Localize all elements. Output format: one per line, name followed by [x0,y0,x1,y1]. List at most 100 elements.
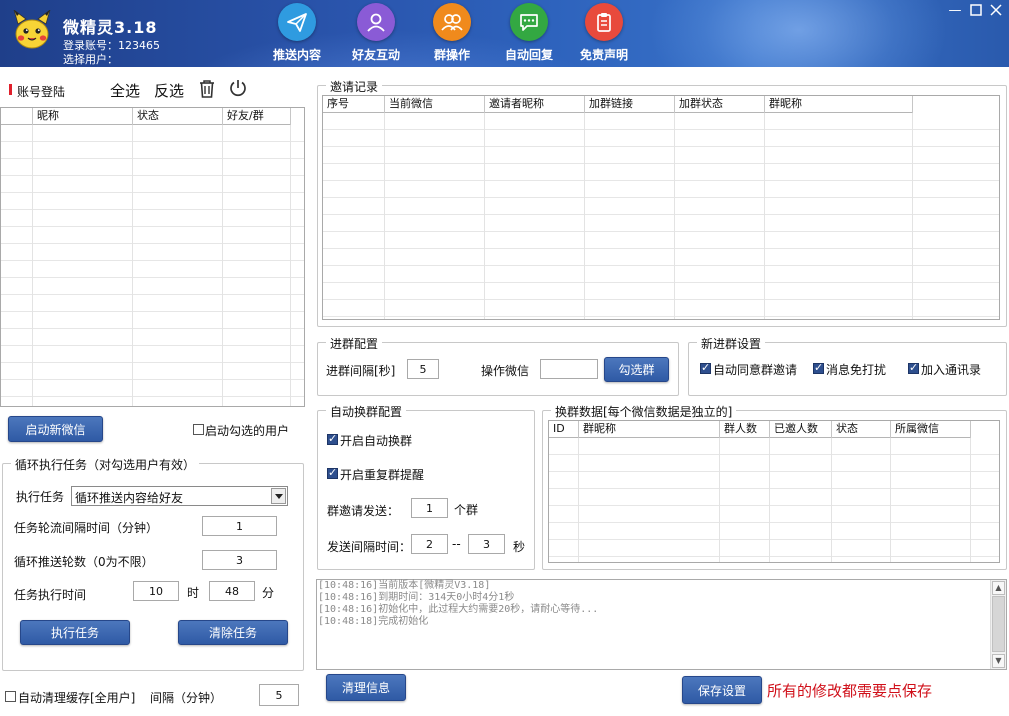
enable-remind-checkbox[interactable] [327,466,338,479]
nav-friend-interaction[interactable]: 好友互动 [341,3,411,63]
join-interval-input[interactable]: 5 [407,359,439,379]
send-gap-separator: -- [452,537,461,551]
scroll-thumb[interactable] [992,596,1005,652]
enable-switch-label: 开启自动换群 [340,434,413,448]
invite-send-label: 群邀请发送： [327,504,400,518]
nav-disclaimer[interactable]: 免责声明 [569,3,639,63]
add-contacts-label: 加入通讯录 [921,363,982,377]
rounds-label: 循环推送轮数（0为不限） [14,555,154,569]
select-all-link[interactable]: 全选 [110,80,140,101]
interval-minutes-label: 间隔（分钟） [150,691,223,705]
group-title: 自动换群配置 [326,403,407,420]
operate-wechat-input[interactable] [540,359,598,379]
login-marker [9,84,12,95]
start-new-wechat-button[interactable]: 启动新微信 [8,416,103,442]
column-header[interactable]: 好友/群 [223,108,291,125]
enable-switch-checkbox[interactable] [327,432,338,445]
mute-label: 消息免打扰 [826,363,887,377]
interval-label: 任务轮流间隔时间（分钟） [14,521,159,535]
accounts-table[interactable]: 昵称 状态 好友/群 [0,107,305,407]
scroll-up-icon[interactable]: ▲ [992,581,1005,595]
power-icon[interactable] [228,78,248,101]
table-header: ID 群昵称 群人数 已邀人数 状态 所属微信 [549,421,971,438]
send-gap-from-input[interactable]: 2 [411,534,448,554]
nav-label: 好友互动 [351,48,400,62]
nav-group-operation[interactable]: 群操作 [417,3,487,63]
minimize-icon[interactable]: — [947,3,963,19]
close-icon[interactable] [988,3,1004,19]
column-header[interactable]: 昵称 [33,108,133,125]
join-interval-label: 进群间隔[秒] [326,364,396,378]
invite-send-input[interactable]: 1 [411,498,448,518]
send-gap-to-input[interactable]: 3 [468,534,505,554]
clipboard-icon [585,3,623,41]
column-header[interactable]: 所属微信 [891,421,971,438]
log-textarea[interactable]: [10:48:16]当前版本[微精灵V3.18] [10:48:16]到期时间：… [316,579,1007,670]
run-task-button[interactable]: 执行任务 [20,620,130,645]
invert-select-link[interactable]: 反选 [154,80,184,101]
group-title: 新进群设置 [697,335,766,352]
group-title: 邀请记录 [326,78,383,95]
invite-send-unit: 个群 [454,503,479,517]
group-title: 进群配置 [326,335,383,352]
app-logo-icon [12,8,52,50]
exec-task-select[interactable]: 循环推送内容给好友 [71,486,288,506]
select-value: 循环推送内容给好友 [75,491,184,505]
auto-clean-checkbox[interactable] [5,691,16,702]
invite-records-table[interactable]: 序号 当前微信 邀请者昵称 加群链接 加群状态 群昵称 [322,95,1000,320]
mute-checkbox[interactable] [813,361,824,374]
column-header[interactable]: 加群状态 [675,96,765,113]
table-body [323,113,999,319]
nav-push-content[interactable]: 推送内容 [262,3,332,63]
add-contacts-checkbox[interactable] [908,361,919,374]
table-body [549,438,999,562]
column-header[interactable]: 序号 [323,96,385,113]
start-selected-checkbox[interactable] [193,424,204,435]
log-line: [10:48:16]到期时间：314天0小时4分1秒 [318,592,515,603]
column-header[interactable]: 状态 [133,108,223,125]
save-settings-button[interactable]: 保存设置 [682,676,762,704]
group-title: 循环执行任务（对勾选用户有效） [11,456,200,473]
auto-accept-checkbox[interactable] [700,361,711,374]
column-header[interactable]: 已邀人数 [770,421,832,438]
column-header[interactable]: ID [549,421,579,438]
clear-info-button[interactable]: 清理信息 [326,674,406,701]
nav-label: 自动回复 [504,48,553,62]
paper-plane-icon [278,3,316,41]
column-header[interactable]: 群人数 [720,421,770,438]
exec-task-label: 执行任务 [16,490,65,504]
nav-auto-reply[interactable]: 自动回复 [494,3,564,63]
trash-icon[interactable] [198,79,216,101]
save-notice-text: 所有的修改都需要点保存 [767,682,933,700]
group-icon [433,3,471,41]
maximize-icon[interactable] [968,3,984,19]
nav-label: 推送内容 [272,48,321,62]
switch-data-table[interactable]: ID 群昵称 群人数 已邀人数 状态 所属微信 [548,420,1000,563]
user-icon [357,3,395,41]
column-header[interactable]: 群昵称 [765,96,913,113]
hour-input[interactable]: 10 [133,581,179,601]
interval-minutes-input[interactable]: 5 [259,684,299,706]
interval-input[interactable]: 1 [202,516,277,536]
column-header[interactable]: 加群链接 [585,96,675,113]
app-title: 微精灵3.18 [63,18,158,37]
account-login-label[interactable]: 账号登陆 [17,83,65,100]
minute-unit: 分 [262,586,275,600]
column-header[interactable]: 群昵称 [579,421,720,438]
pick-group-button[interactable]: 勾选群 [604,357,669,382]
start-selected-label: 启动勾选的用户 [205,424,290,438]
clear-task-button[interactable]: 清除任务 [178,620,288,645]
minute-input[interactable]: 48 [209,581,255,601]
send-gap-unit: 秒 [513,540,526,554]
column-header[interactable]: 当前微信 [385,96,485,113]
rounds-input[interactable]: 3 [202,550,277,570]
log-line: [10:48:18]完成初始化 [318,616,429,627]
column-header[interactable]: 状态 [832,421,891,438]
hour-unit: 时 [187,586,200,600]
exec-time-label: 任务执行时间 [14,588,87,602]
send-gap-label: 发送间隔时间： [327,540,412,554]
column-header[interactable]: 邀请者昵称 [485,96,585,113]
scroll-down-icon[interactable]: ▼ [992,654,1005,668]
log-scrollbar[interactable]: ▲ ▼ [990,580,1006,669]
chevron-down-icon[interactable] [271,488,286,504]
